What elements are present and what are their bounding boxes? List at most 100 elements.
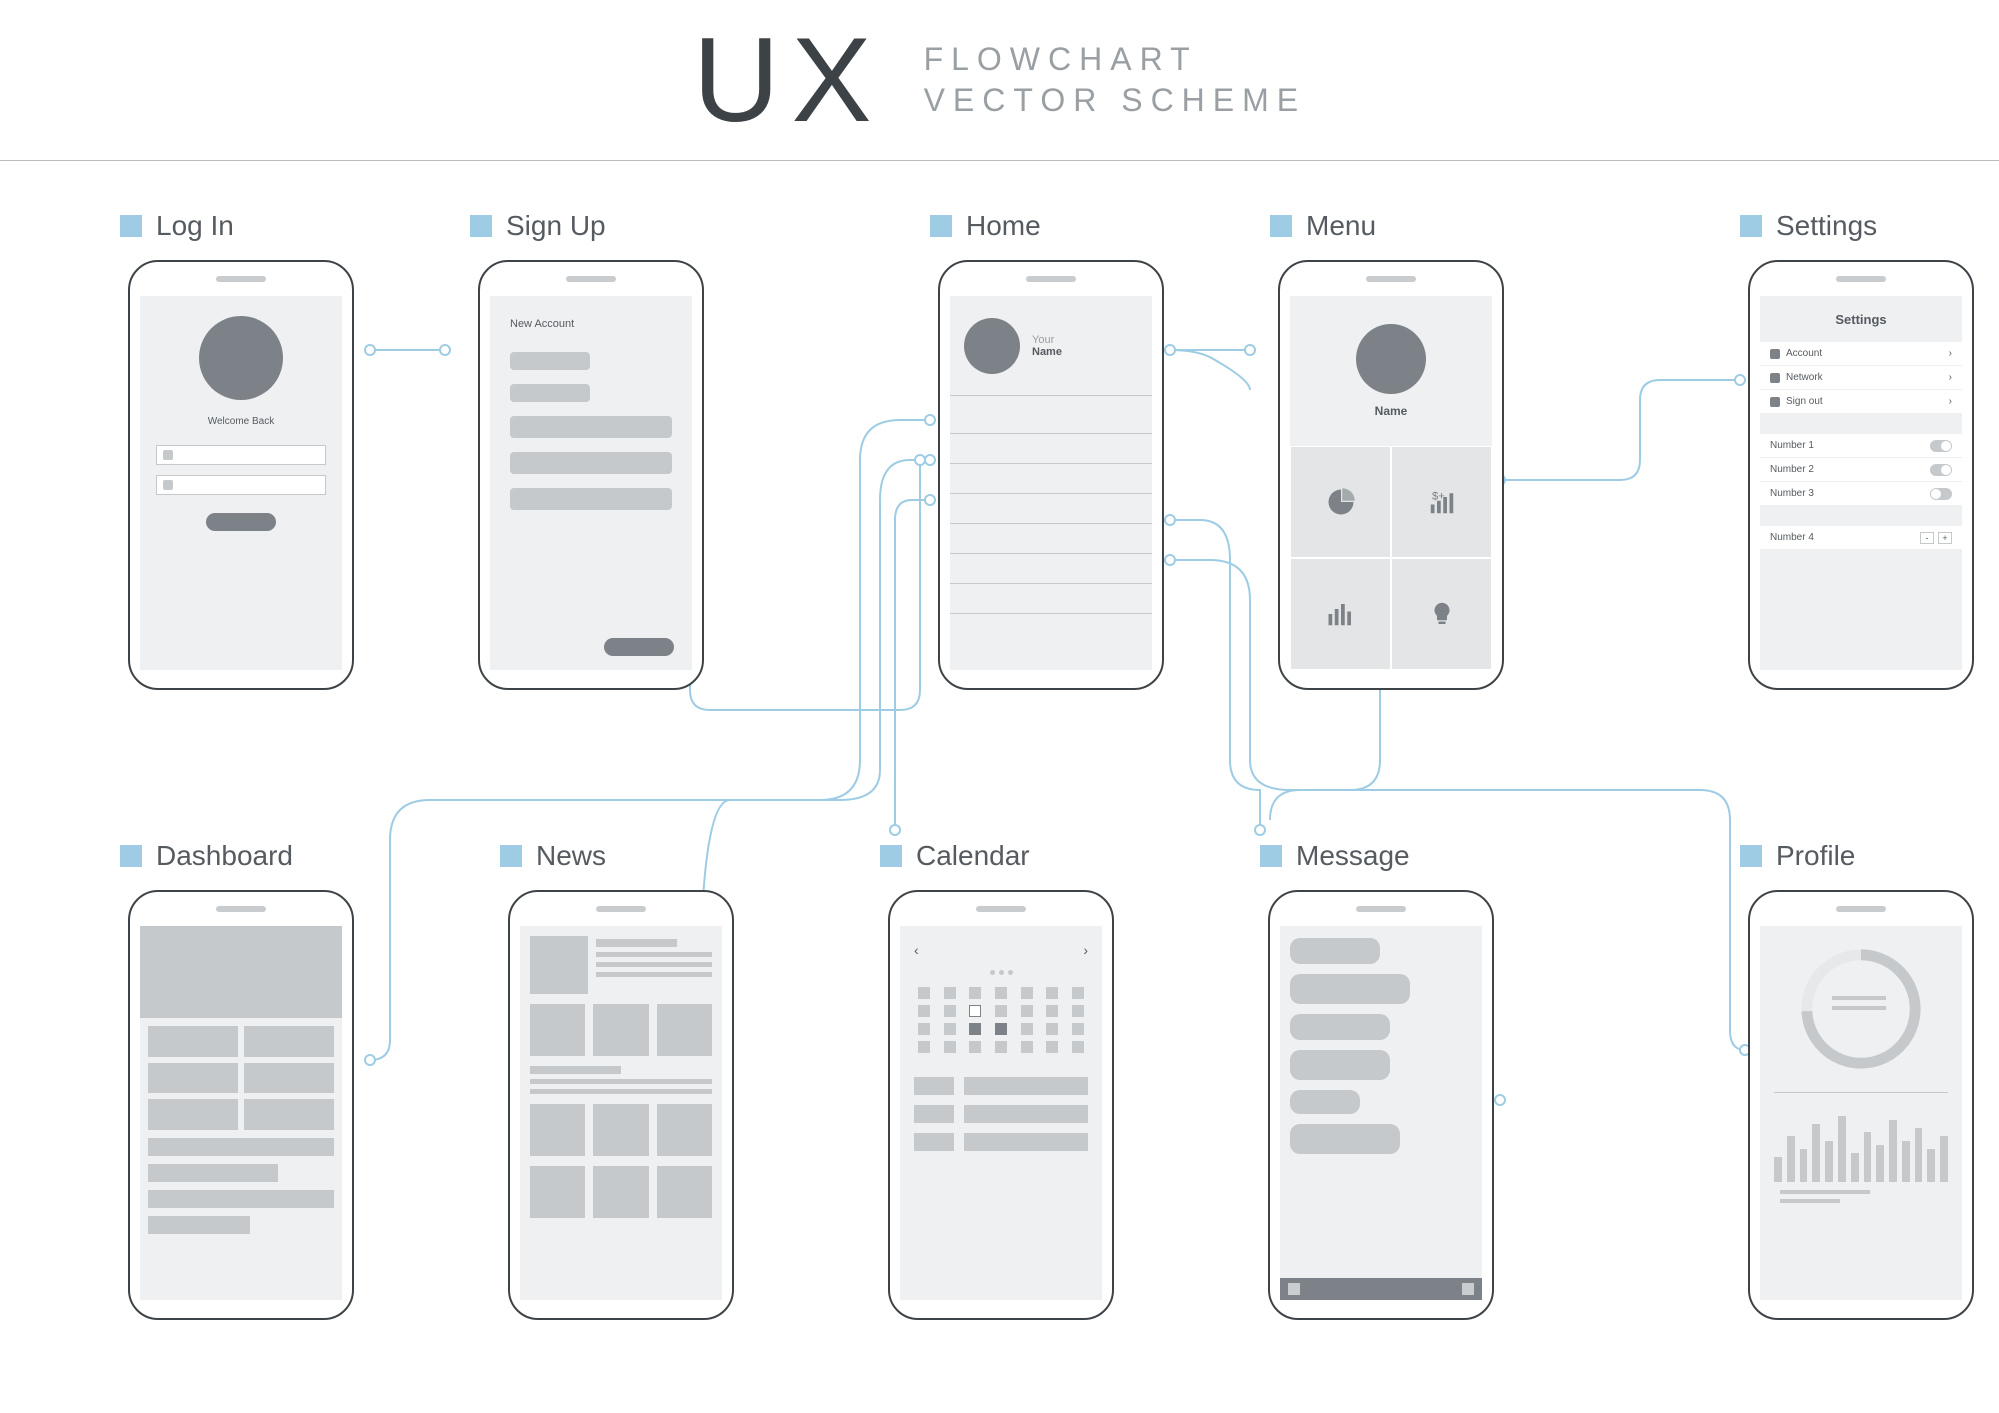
menu-tile-pie[interactable] xyxy=(1290,446,1391,558)
card[interactable] xyxy=(148,1063,238,1094)
name-field[interactable] xyxy=(510,352,590,370)
wifi-icon xyxy=(1770,373,1780,383)
bullet-icon xyxy=(500,845,522,867)
card[interactable] xyxy=(148,1099,238,1130)
thumbnail[interactable] xyxy=(530,1104,585,1156)
chat-bubble xyxy=(1290,974,1410,1004)
thumbnail[interactable] xyxy=(530,1004,585,1056)
menu-tile-stats[interactable]: $+ xyxy=(1391,446,1492,558)
screen-label: Sign Up xyxy=(470,210,730,242)
avatar-icon xyxy=(1356,324,1426,394)
thumbnail[interactable] xyxy=(657,1166,712,1218)
screen-label: News xyxy=(500,840,760,872)
list-item[interactable] xyxy=(148,1216,250,1234)
list-item[interactable] xyxy=(950,494,1152,524)
news-card[interactable] xyxy=(530,936,712,994)
label-text: Profile xyxy=(1776,840,1855,872)
list-item[interactable] xyxy=(148,1190,334,1208)
card[interactable] xyxy=(244,1026,334,1057)
thumb-grid xyxy=(530,1004,712,1056)
two-column xyxy=(140,1018,342,1138)
thumbnail[interactable] xyxy=(593,1104,648,1156)
footer-list xyxy=(140,1138,342,1234)
bullet-icon xyxy=(930,215,952,237)
speaker-icon xyxy=(566,276,616,282)
speaker-icon xyxy=(216,906,266,912)
month-nav: ‹ › xyxy=(914,942,1088,958)
thumbnail[interactable] xyxy=(657,1104,712,1156)
phone-frame: Settings Account› Network› Sign out› Num… xyxy=(1748,260,1974,690)
card[interactable] xyxy=(244,1063,334,1094)
thumbnail[interactable] xyxy=(657,1004,712,1056)
username-input[interactable] xyxy=(156,445,326,465)
toggle-switch[interactable] xyxy=(1930,440,1952,452)
list-item[interactable] xyxy=(148,1138,334,1156)
chat-bubble xyxy=(1290,938,1380,964)
toggle-row-2[interactable]: Number 2 xyxy=(1760,458,1962,482)
prev-month-button[interactable]: ‹ xyxy=(914,942,919,958)
list-item[interactable] xyxy=(950,464,1152,494)
settings-link-network[interactable]: Network› xyxy=(1760,366,1962,390)
speaker-icon xyxy=(976,906,1026,912)
phone-screen: Settings Account› Network› Sign out› Num… xyxy=(1760,296,1962,670)
label-text: News xyxy=(536,840,606,872)
settings-link-signout[interactable]: Sign out› xyxy=(1760,390,1962,414)
next-month-button[interactable]: › xyxy=(1083,942,1088,958)
phone-frame: ‹ › xyxy=(888,890,1114,1320)
settings-link-account[interactable]: Account› xyxy=(1760,342,1962,366)
donut-legend xyxy=(1832,996,1886,1010)
bullet-icon xyxy=(1740,845,1762,867)
password-input[interactable] xyxy=(156,475,326,495)
text-lines xyxy=(596,936,712,994)
stepper-row[interactable]: Number 4 -+ xyxy=(1760,526,1962,550)
screen-label: Dashboard xyxy=(120,840,380,872)
list-item[interactable] xyxy=(950,524,1152,554)
pie-icon xyxy=(1326,487,1356,517)
hero-block xyxy=(140,926,342,1018)
phone-frame: Your Name xyxy=(938,260,1164,690)
extra-field[interactable] xyxy=(510,488,672,510)
bullet-icon xyxy=(1270,215,1292,237)
thumbnail[interactable] xyxy=(593,1166,648,1218)
speaker-icon xyxy=(1836,906,1886,912)
feed-list xyxy=(950,396,1152,614)
card[interactable] xyxy=(244,1099,334,1130)
menu-tile-bars[interactable] xyxy=(1290,558,1391,670)
list-item[interactable] xyxy=(148,1164,278,1182)
screen-message: Message xyxy=(1260,840,1520,1320)
thumbnail[interactable] xyxy=(530,1166,585,1218)
toggle-row-3[interactable]: Number 3 xyxy=(1760,482,1962,506)
card[interactable] xyxy=(148,1026,238,1057)
menu-grid: $+ xyxy=(1290,446,1492,670)
email-field[interactable] xyxy=(510,384,590,402)
thumbnail[interactable] xyxy=(593,1004,648,1056)
today-cell[interactable] xyxy=(969,1005,981,1017)
chart-legend xyxy=(1774,1190,1948,1203)
event-row[interactable] xyxy=(914,1133,1088,1151)
attach-icon[interactable] xyxy=(1288,1283,1300,1295)
phone-screen xyxy=(140,926,342,1300)
submit-button[interactable] xyxy=(604,638,674,656)
toggle-switch[interactable] xyxy=(1930,488,1952,500)
menu-tile-bulb[interactable] xyxy=(1391,558,1492,670)
toggle-switch[interactable] xyxy=(1930,464,1952,476)
speaker-icon xyxy=(596,906,646,912)
toggle-row-1[interactable]: Number 1 xyxy=(1760,434,1962,458)
avatar-icon xyxy=(964,318,1020,374)
event-row[interactable] xyxy=(914,1077,1088,1095)
page-dots xyxy=(914,970,1088,975)
confirm-field[interactable] xyxy=(510,452,672,474)
screen-label: Profile xyxy=(1740,840,1999,872)
list-item[interactable] xyxy=(950,584,1152,614)
stepper-control[interactable]: -+ xyxy=(1920,532,1952,544)
calendar-grid xyxy=(914,987,1088,1053)
send-icon[interactable] xyxy=(1462,1283,1474,1295)
message-input-bar[interactable] xyxy=(1280,1278,1482,1300)
list-item[interactable] xyxy=(950,404,1152,434)
password-field[interactable] xyxy=(510,416,672,438)
avatar-icon xyxy=(199,316,283,400)
list-item[interactable] xyxy=(950,554,1152,584)
event-row[interactable] xyxy=(914,1105,1088,1123)
login-button[interactable] xyxy=(206,513,276,531)
list-item[interactable] xyxy=(950,434,1152,464)
